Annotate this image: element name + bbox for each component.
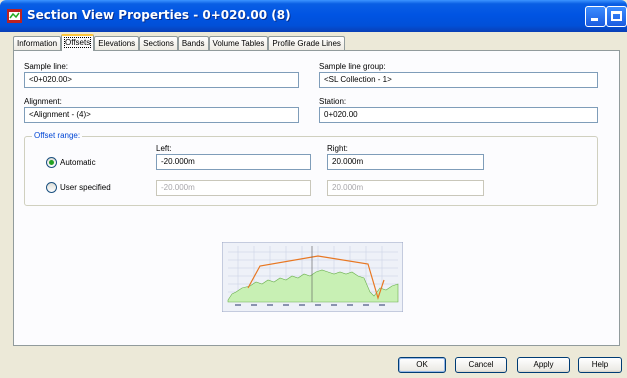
sample-line-group-label: Sample line group: bbox=[319, 62, 386, 71]
sample-line-group-field[interactable]: <SL Collection - 1> bbox=[319, 72, 598, 88]
station-field[interactable]: 0+020.00 bbox=[319, 107, 598, 123]
tab-label: Offsets bbox=[64, 37, 92, 48]
tab-strip: Information Offsets Elevations Sections … bbox=[13, 34, 345, 51]
tab-bands[interactable]: Bands bbox=[177, 36, 209, 51]
app-icon bbox=[7, 9, 22, 23]
left-offset-label: Left: bbox=[156, 144, 172, 153]
window-title: Section View Properties - 0+020.00 (8) bbox=[27, 8, 291, 22]
tab-volume-tables[interactable]: Volume Tables bbox=[208, 36, 269, 51]
user-specified-radio[interactable] bbox=[46, 182, 57, 193]
alignment-label: Alignment: bbox=[24, 97, 62, 106]
offset-range-group bbox=[24, 136, 598, 206]
automatic-right-offset-field[interactable]: 20.000m bbox=[327, 154, 484, 170]
automatic-label[interactable]: Automatic bbox=[60, 158, 96, 167]
tab-label: Bands bbox=[181, 39, 205, 48]
apply-button[interactable]: Apply bbox=[517, 357, 570, 373]
tab-sections[interactable]: Sections bbox=[139, 36, 178, 51]
user-left-offset-field: -20.000m bbox=[156, 180, 311, 196]
minimize-icon bbox=[591, 18, 598, 21]
tab-profile-grade-lines[interactable]: Profile Grade Lines bbox=[268, 36, 345, 51]
right-offset-label: Right: bbox=[327, 144, 348, 153]
section-view-properties-window: Section View Properties - 0+020.00 (8) I… bbox=[0, 0, 627, 378]
tab-information[interactable]: Information bbox=[13, 36, 62, 51]
tab-label: Volume Tables bbox=[212, 39, 265, 48]
tab-label: Elevations bbox=[98, 39, 136, 48]
maximize-icon bbox=[611, 11, 622, 21]
ok-button[interactable]: OK bbox=[398, 357, 446, 373]
station-label: Station: bbox=[319, 97, 347, 106]
automatic-left-offset-field[interactable]: -20.000m bbox=[156, 154, 311, 170]
user-specified-label[interactable]: User specified bbox=[60, 183, 111, 192]
tab-label: Sections bbox=[143, 39, 174, 48]
title-bar[interactable]: Section View Properties - 0+020.00 (8) bbox=[0, 0, 627, 32]
tab-offsets[interactable]: Offsets bbox=[61, 34, 95, 51]
help-button[interactable]: Help bbox=[578, 357, 622, 373]
alignment-field[interactable]: <Alignment - (4)> bbox=[24, 107, 299, 123]
cancel-button[interactable]: Cancel bbox=[455, 357, 507, 373]
tab-label: Information bbox=[17, 39, 58, 48]
offset-range-title: Offset range: bbox=[32, 131, 83, 140]
sample-line-label: Sample line: bbox=[24, 62, 69, 71]
tab-label: Profile Grade Lines bbox=[272, 39, 341, 48]
minimize-button[interactable] bbox=[585, 6, 606, 27]
radio-selected-dot bbox=[49, 160, 54, 165]
user-right-offset-field: 20.000m bbox=[327, 180, 484, 196]
sample-line-field[interactable]: <0+020.00> bbox=[24, 72, 299, 88]
section-view-preview bbox=[222, 242, 403, 312]
maximize-button[interactable] bbox=[606, 6, 627, 27]
automatic-radio[interactable] bbox=[46, 157, 57, 168]
tab-elevations[interactable]: Elevations bbox=[94, 36, 140, 51]
